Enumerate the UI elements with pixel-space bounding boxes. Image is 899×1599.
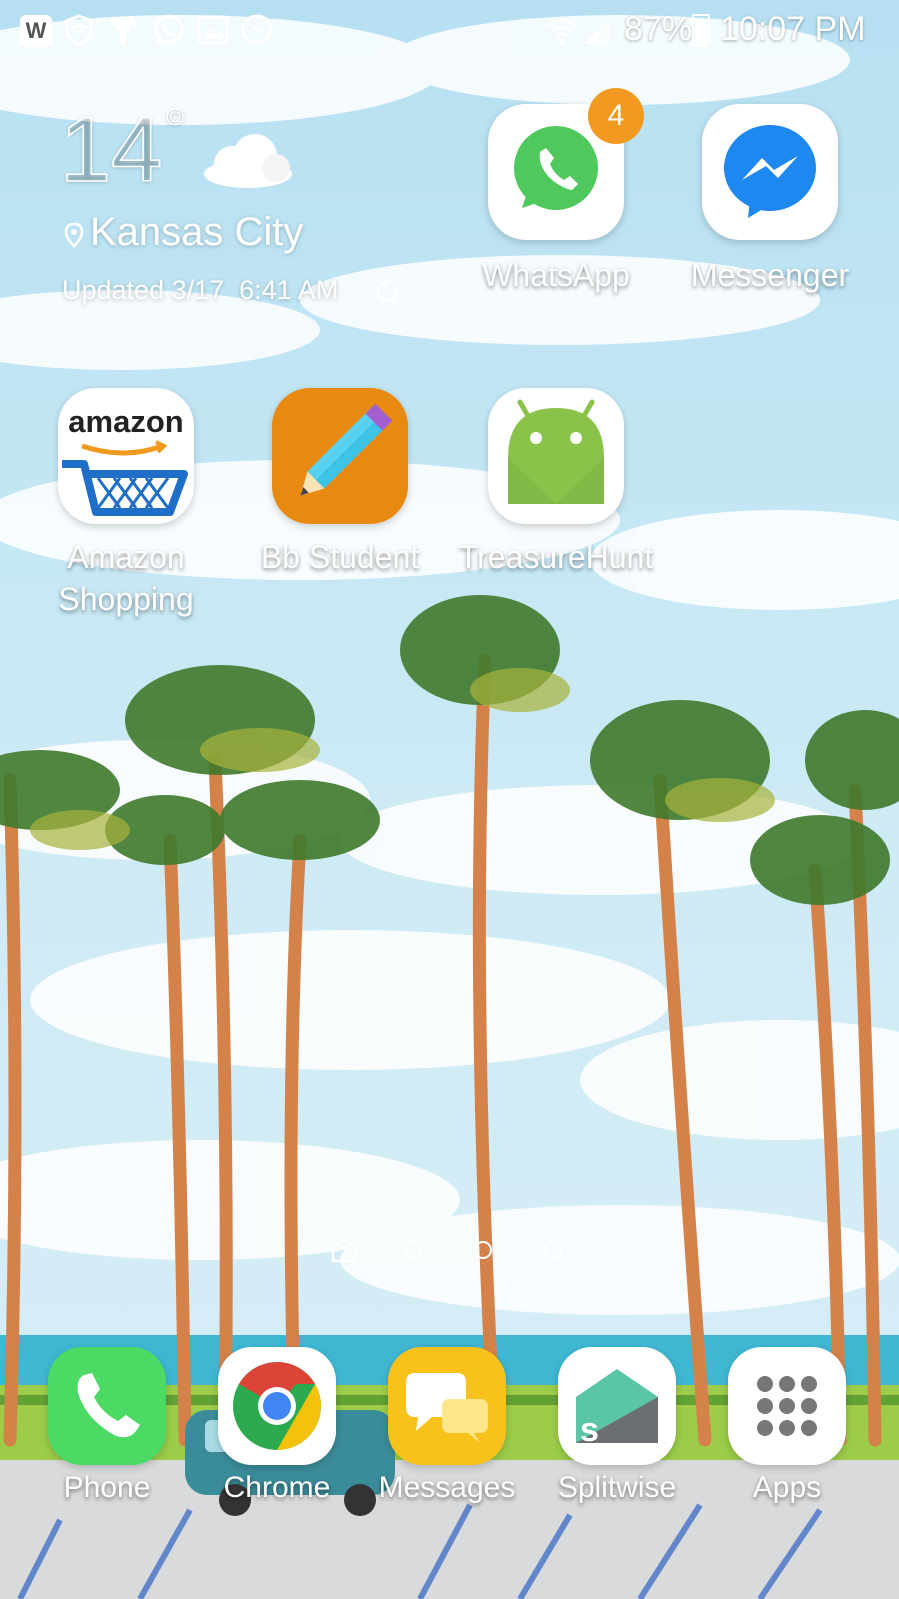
w-app-icon: W bbox=[20, 15, 52, 47]
weather-widget[interactable]: 14 ° Kansas City Updated 3/17 6:41 AM bbox=[59, 96, 440, 310]
location-pin-icon bbox=[64, 222, 84, 248]
apps-label: Apps bbox=[752, 1471, 822, 1504]
whatsapp-icon bbox=[154, 14, 184, 44]
splitwise-app-icon: s bbox=[558, 1347, 676, 1465]
phone-label: Phone bbox=[63, 1471, 151, 1504]
wifi-icon bbox=[547, 18, 577, 44]
android-app-icon bbox=[488, 388, 624, 524]
dock-phone[interactable]: Phone bbox=[22, 1345, 192, 1525]
app-whatsapp[interactable]: 4 WhatsApp bbox=[456, 88, 656, 304]
battery-fill bbox=[695, 20, 707, 43]
phone-app-icon bbox=[48, 1347, 166, 1465]
cellular-signal-icon bbox=[584, 17, 610, 44]
dock-apps[interactable]: Apps bbox=[702, 1345, 872, 1525]
refresh-icon[interactable] bbox=[372, 276, 402, 306]
bb-student-label: Bb Student bbox=[260, 539, 420, 575]
usb-debug-icon bbox=[111, 17, 135, 45]
messages-label: Messages bbox=[378, 1471, 516, 1504]
splitwise-label: Splitwise bbox=[557, 1471, 677, 1504]
vpn-shield-icon bbox=[64, 14, 94, 47]
page-dot-3[interactable] bbox=[474, 1241, 492, 1259]
status-bar: W 87% 10:07 PM bbox=[0, 0, 899, 60]
messenger-label: Messenger bbox=[690, 257, 850, 293]
app-messenger[interactable]: Messenger bbox=[670, 104, 870, 304]
treasurehunt-label: TreasureHunt bbox=[458, 539, 654, 575]
chrome-app-icon bbox=[218, 1347, 336, 1465]
dock-splitwise[interactable]: s Splitwise bbox=[532, 1345, 702, 1525]
gallery-image-icon bbox=[197, 15, 229, 45]
messenger-app-icon bbox=[702, 104, 838, 240]
cloudy-icon bbox=[204, 134, 292, 188]
dock: Phone Chrome Messages s Splitwise Apps bbox=[0, 1345, 899, 1525]
svg-text:s: s bbox=[580, 1411, 599, 1449]
dock-chrome[interactable]: Chrome bbox=[192, 1345, 362, 1525]
temperature: 14 bbox=[59, 99, 163, 201]
page-dot-2[interactable] bbox=[404, 1241, 422, 1259]
home-page-icon[interactable] bbox=[330, 1236, 358, 1264]
temperature-value: 14 bbox=[59, 99, 163, 201]
degree-symbol: ° bbox=[163, 96, 187, 160]
page-indicator bbox=[320, 1236, 580, 1266]
notification-badge: 4 bbox=[588, 88, 644, 144]
battery-icon bbox=[692, 14, 710, 46]
app-bb-student[interactable]: Bb Student bbox=[240, 388, 440, 588]
page-dot-4[interactable] bbox=[544, 1241, 562, 1259]
messages-app-icon bbox=[388, 1347, 506, 1465]
amazon-label-line1: Amazon bbox=[67, 539, 185, 575]
whatsapp-label: WhatsApp bbox=[482, 257, 630, 293]
messenger-icon bbox=[241, 14, 273, 44]
app-treasurehunt[interactable]: TreasureHunt bbox=[456, 388, 656, 588]
battery-percent: 87% bbox=[624, 10, 693, 48]
bb-student-app-icon bbox=[272, 388, 408, 524]
app-amazon-shopping[interactable]: amazon Amazon Shopping bbox=[26, 388, 226, 628]
city-name: Kansas City bbox=[90, 210, 304, 254]
dock-messages[interactable]: Messages bbox=[362, 1345, 532, 1525]
amazon-label-line2: Shopping bbox=[58, 581, 194, 617]
updated-time: Updated 3/17 6:41 AM bbox=[62, 275, 339, 305]
clock: 10:07 PM bbox=[720, 10, 866, 48]
chrome-label: Chrome bbox=[223, 1471, 331, 1504]
apps-grid-icon bbox=[728, 1347, 846, 1465]
amazon-app-icon: amazon bbox=[58, 388, 194, 524]
